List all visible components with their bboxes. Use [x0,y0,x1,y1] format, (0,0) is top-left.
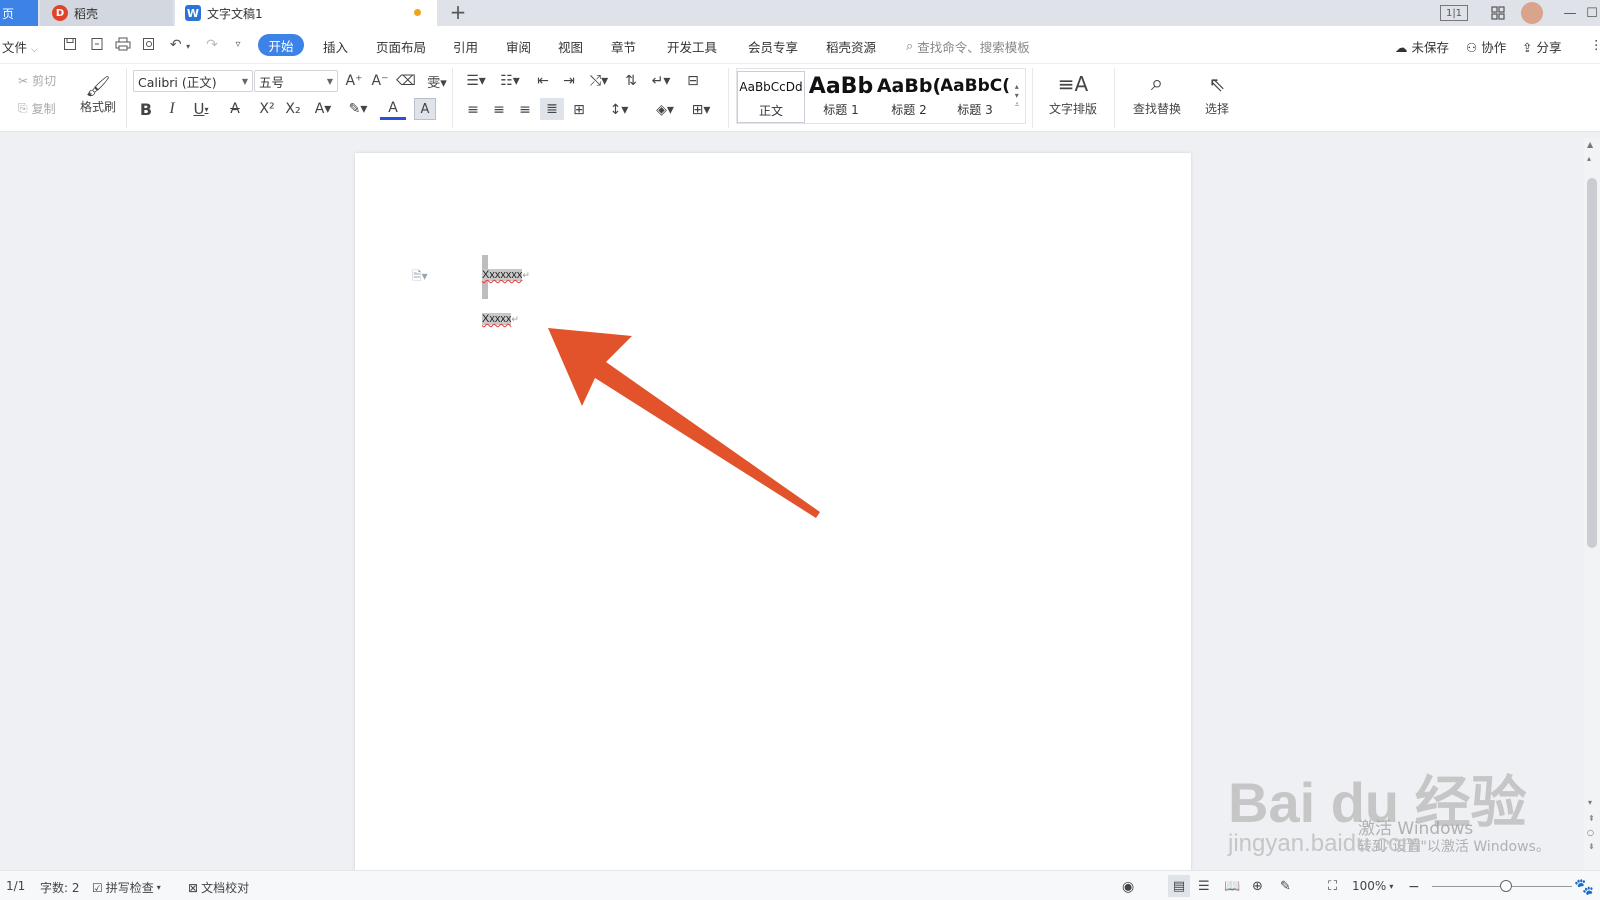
zoom-slider-handle[interactable] [1500,880,1512,892]
assistant-paw-icon[interactable]: 🐾 [1572,874,1596,898]
fit-page-icon[interactable]: ⛶ [1328,879,1337,894]
chevron-down-icon: ▾ [156,883,161,892]
scroll-top-icon[interactable]: ▴ [1587,154,1591,163]
select-browse-icon[interactable]: ○ [1587,828,1594,837]
reading-view-icon[interactable]: 📖 [1224,879,1240,894]
eye-protection-icon[interactable]: ◉ [1122,879,1134,895]
proofread-button[interactable]: ⊠ 文档校对 [188,879,249,896]
next-page-icon[interactable]: ⇟ [1588,842,1595,851]
zoom-level[interactable]: 100% ▾ [1352,879,1393,893]
spell-check-button[interactable]: ☑ 拼写检查 ▾ [92,879,161,896]
baidu-watermark: Bai du 经验 激活 Windows 转到"设置"以激活 Windows。 … [1228,728,1588,868]
spell-check-label: 拼写检查 [105,881,154,895]
chevron-down-icon: ▾ [1389,881,1394,891]
outline-view-icon[interactable]: ☰ [1198,879,1210,894]
checkbox-icon: ☑ [92,880,103,895]
zoom-value: 100% [1352,879,1387,893]
write-mode-icon[interactable]: ✎ [1280,879,1291,894]
scroll-thumb[interactable] [1587,178,1597,548]
prev-page-icon[interactable]: ⇞ [1588,814,1595,823]
proofread-icon: ⊠ [188,880,199,895]
web-view-icon[interactable]: ⊕ [1252,879,1263,894]
watermark-url: jingyan.baidu.com [1228,830,1422,857]
page-view-icon[interactable]: ▤ [1168,875,1190,897]
page-indicator[interactable]: 1/1 [6,879,25,893]
word-count[interactable]: 字数: 2 [40,879,80,896]
proofread-label: 文档校对 [201,881,250,895]
scroll-down-icon[interactable]: ▾ [1588,798,1592,807]
scroll-up-icon[interactable]: ▲ [1587,140,1593,149]
zoom-out-button[interactable]: − [1408,879,1420,895]
status-bar: 1/1 字数: 2 ☑ 拼写检查 ▾ ⊠ 文档校对 ◉ ▤ ☰ 📖 ⊕ ✎ ⛶ 100… [0,870,1600,900]
